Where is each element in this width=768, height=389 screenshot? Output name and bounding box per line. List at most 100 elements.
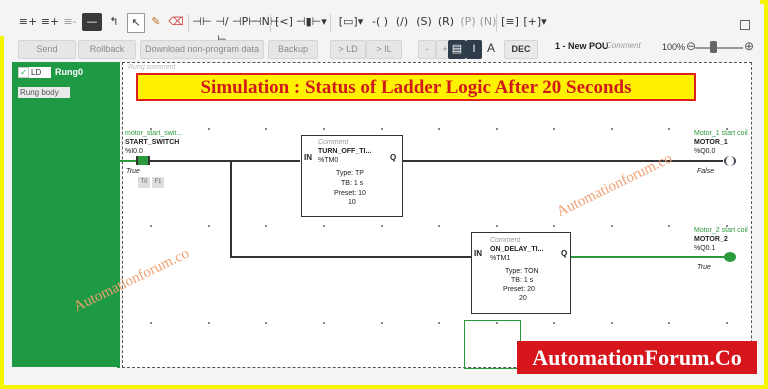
coil2-comment: Motor_2 start coil: [694, 227, 748, 234]
toolbar-divider: [496, 14, 497, 32]
grid-dot: [438, 225, 440, 227]
grid-dot: [323, 128, 325, 130]
grid-dot: [553, 128, 555, 130]
coil-select-icon[interactable]: ⊣▮⊢▾: [296, 13, 327, 31]
timer2-preset: Preset: 20: [503, 286, 535, 293]
grid-dot: [553, 225, 555, 227]
wire-icon[interactable]: —: [82, 13, 102, 31]
grid-dot: [611, 322, 613, 324]
minus-button[interactable]: -: [418, 40, 436, 59]
rung-checkbox[interactable]: ✓: [18, 67, 29, 78]
font-size-icon[interactable]: A: [484, 40, 498, 57]
brand-logo: AutomationForum.Co: [517, 341, 757, 374]
download-button[interactable]: Download non-program data: [140, 40, 264, 59]
rung-name: Rung0: [55, 67, 83, 77]
set-coil-icon[interactable]: (S): [414, 13, 434, 31]
timer1-timebase: TB: 1 s: [341, 180, 364, 187]
grid-dot: [726, 322, 728, 324]
rollback-button[interactable]: Rollback: [78, 40, 136, 59]
rung-comment[interactable]: Rung comment: [128, 64, 175, 71]
grid-dot: [208, 322, 210, 324]
eraser-icon[interactable]: ⌫: [166, 13, 186, 31]
coil1-address: %Q0.0: [694, 148, 716, 155]
falling-contact-icon[interactable]: ⊣N⊢: [252, 13, 279, 31]
grid-dot: [381, 225, 383, 227]
coil2-address: %Q0.1: [694, 245, 716, 252]
function-block-icon[interactable]: [▭]▾: [336, 13, 366, 31]
grid-dot: [611, 225, 613, 227]
zoom-slider[interactable]: [695, 47, 743, 49]
display-icon[interactable]: ▤: [448, 40, 466, 59]
pencil-icon[interactable]: ✎: [146, 13, 166, 31]
coil1-comment: Motor_1 start coil: [694, 130, 748, 137]
timer1-q-pin: Q: [390, 153, 397, 162]
expand-icon[interactable]: [740, 20, 750, 30]
cursor-icon[interactable]: I: [466, 40, 482, 59]
pulse-coil-icon[interactable]: (P): [458, 13, 478, 31]
grid-dot: [668, 128, 670, 130]
toolbar-actions: Send Rollback Download non-program data …: [0, 38, 760, 60]
add-block-icon[interactable]: [+]▾: [522, 13, 548, 31]
force-true-button[interactable]: T0: [138, 177, 150, 188]
rung-header-panel: [12, 62, 119, 367]
grid-dot: [150, 225, 152, 227]
timer2-current: 20: [519, 295, 527, 302]
timer1-name: TURN_OFF_TI...: [318, 148, 372, 155]
contact-comment: motor_start_swit...: [125, 130, 183, 137]
coil2-state: True: [697, 264, 711, 271]
coil1-state: False: [697, 168, 715, 175]
pou-comment[interactable]: Comment: [606, 41, 641, 50]
operate-box-icon[interactable]: [≡]: [500, 13, 520, 31]
timer1-comment: Comment: [318, 139, 349, 146]
coil-icon[interactable]: -( ): [370, 13, 390, 31]
grid-dot: [668, 225, 670, 227]
compare-block-icon[interactable]: [<]: [274, 13, 294, 31]
branch-icon[interactable]: ≡-: [60, 13, 80, 31]
timer2-timebase: TB: 1 s: [511, 277, 534, 284]
no-contact-icon[interactable]: ⊣⊢: [192, 13, 212, 31]
rung-body-select[interactable]: Rung body: [18, 87, 70, 98]
force-false-button[interactable]: F1: [152, 177, 164, 188]
insert-rung-icon[interactable]: ≡+: [18, 13, 38, 31]
wire-segment: [571, 256, 725, 258]
dec-button[interactable]: DEC: [504, 40, 538, 59]
ladder-editor[interactable]: [122, 62, 752, 368]
motor2-coil[interactable]: [724, 252, 736, 262]
pointer-icon[interactable]: ↖: [127, 13, 145, 33]
grid-dot: [208, 128, 210, 130]
timer2-q-pin: Q: [561, 249, 568, 258]
grid-dot: [611, 128, 613, 130]
motor1-coil[interactable]: [724, 156, 736, 166]
start-switch-contact[interactable]: [136, 156, 150, 165]
reset-coil-icon[interactable]: (R): [436, 13, 456, 31]
convert-il-button[interactable]: > IL: [366, 40, 402, 59]
contact-address: %I0.0: [125, 148, 143, 155]
zoom-in-icon[interactable]: ⊕: [744, 39, 754, 53]
grid-dot: [265, 322, 267, 324]
toolbar-divider: [270, 14, 271, 32]
timer1-preset: Preset: 10: [334, 190, 366, 197]
contact-state: True: [126, 168, 140, 175]
convert-ld-button[interactable]: > LD: [330, 40, 366, 59]
rising-contact-icon[interactable]: ⊣P⊢: [232, 13, 258, 31]
grid-dot: [553, 322, 555, 324]
toolbar-main: ≡+ ≡+ ≡- — ↰ ↖ ✎ ⌫ ⊣⊢ ⊣/⊢ ⊣P⊢ ⊣N⊢ [<] ⊣▮…: [0, 0, 760, 46]
backup-button[interactable]: Backup: [268, 40, 318, 59]
timer2-comment: Comment: [490, 237, 521, 244]
nc-contact-icon[interactable]: ⊣/⊢: [212, 13, 232, 46]
timer1-type: Type: TP: [336, 170, 364, 177]
grid-dot: [438, 322, 440, 324]
jump-icon[interactable]: ↰: [104, 13, 124, 31]
selection-cell[interactable]: [464, 320, 521, 369]
grid-dot: [208, 225, 210, 227]
wire-segment: [150, 160, 300, 162]
send-button[interactable]: Send: [18, 40, 76, 59]
zoom-slider-handle[interactable]: [710, 41, 717, 53]
rung-language-select[interactable]: LD: [29, 67, 51, 78]
insert-rung-below-icon[interactable]: ≡+: [40, 13, 60, 31]
zoom-level: 100%: [662, 42, 686, 52]
negated-coil-icon[interactable]: (/): [392, 13, 412, 31]
operate-block-icon[interactable]: (N): [478, 13, 498, 31]
grid-dot: [150, 322, 152, 324]
zoom-out-icon[interactable]: ⊖: [686, 39, 696, 53]
